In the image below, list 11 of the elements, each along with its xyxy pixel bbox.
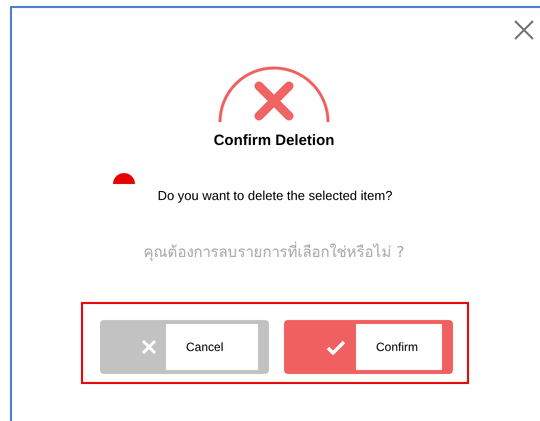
close-icon[interactable] [513,19,535,41]
dialog-message-thai: คุณต้องการลบรายการที่เลือกใช่หรือไม่ ? [142,240,406,264]
dialog-title: Confirm Deletion [212,132,336,149]
dialog-message: Do you want to delete the selected item? [156,188,394,203]
close-icon [142,340,156,354]
button-label: Cancel [166,324,258,370]
cancel-button[interactable]: Cancel [100,320,269,374]
marker-icon [113,173,135,184]
button-label: Confirm [356,324,442,370]
check-icon [326,340,346,354]
confirm-button[interactable]: Confirm [284,320,453,374]
